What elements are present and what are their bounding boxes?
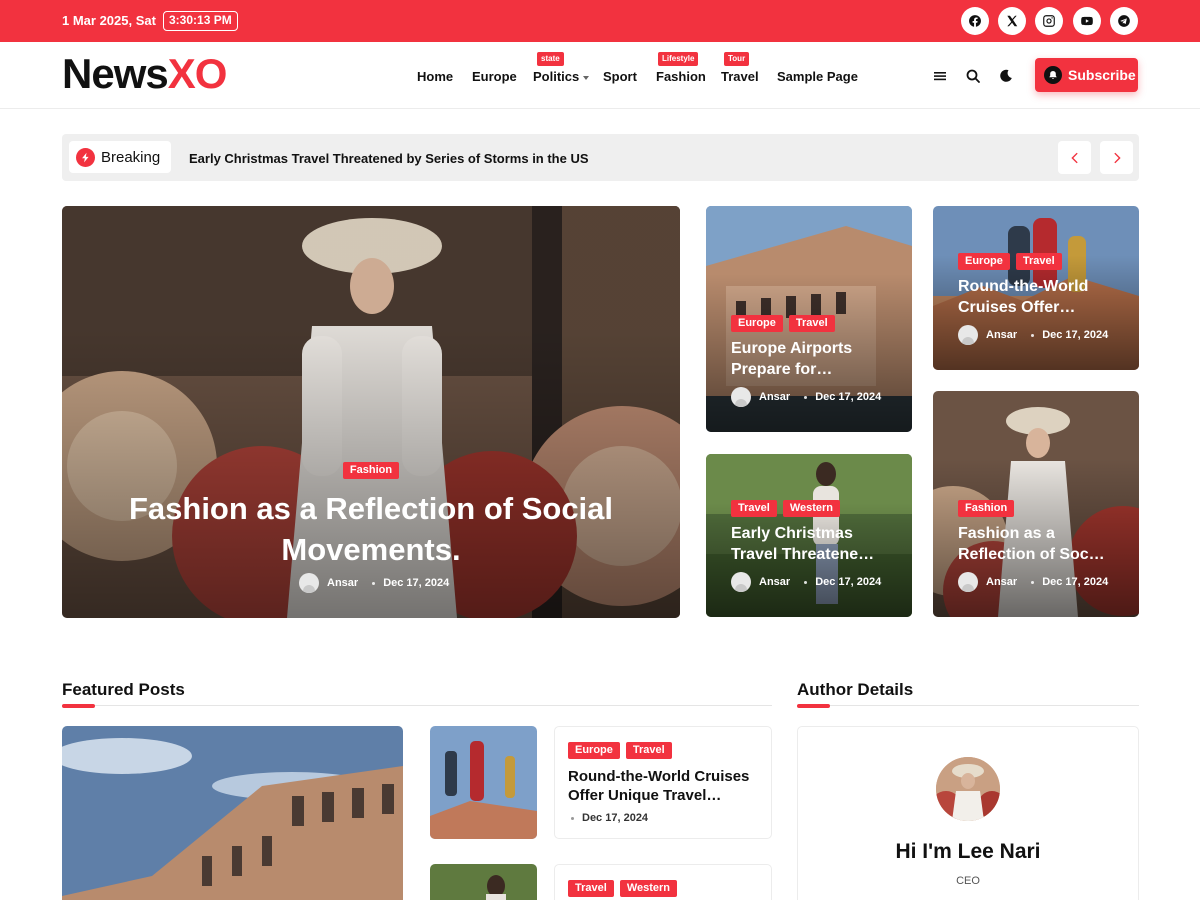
author-name[interactable]: Ansar [986,329,1017,341]
category-tag[interactable]: Travel [788,315,835,332]
author-card: Hi I'm Lee Nari CEO [797,726,1139,900]
featured-post-card[interactable]: Travel Western [554,864,772,900]
category-tag[interactable]: Fashion [342,462,400,479]
top-bar: 1 Mar 2025, Sat 3:30:13 PM [0,0,1200,42]
nav-badge-state: state [537,52,564,66]
chevron-right-icon [1113,152,1121,163]
post-card[interactable]: Fashion Fashion as a Reflection of Soc… A… [933,391,1139,617]
post-meta: Ansar Dec 17, 2024 [731,387,881,407]
nav-politics[interactable]: Politics [533,69,590,84]
current-date: 1 Mar 2025, Sat [62,13,156,28]
author-avatar [958,325,978,345]
post-date: Dec 17, 2024 [1042,329,1109,341]
breaking-label: Breaking [69,141,171,173]
next-arrow-button[interactable] [1100,141,1133,174]
author-avatar [731,387,751,407]
category-tag[interactable]: Travel [1015,253,1062,270]
nav-travel[interactable]: Travel [721,69,759,84]
youtube-icon[interactable] [1073,7,1101,35]
post-date: Dec 17, 2024 [571,812,648,824]
post-card[interactable]: Europe Travel Europe Airports Prepare for…… [706,206,912,432]
nav-home[interactable]: Home [417,69,453,84]
nav-europe[interactable]: Europe [472,69,517,84]
author-photo [936,757,1000,821]
post-meta: Ansar Dec 17, 2024 [958,572,1108,592]
instagram-icon[interactable] [1035,7,1063,35]
chevron-down-icon [583,75,590,80]
post-title: Round-the-World Cruises Offer… [958,278,1089,316]
site-logo[interactable]: NewsXO [62,50,227,98]
post-date: Dec 17, 2024 [383,577,450,589]
post-card[interactable]: Travel Western Early Christmas Travel Thre… [706,454,912,617]
author-avatar [958,572,978,592]
telegram-icon[interactable] [1110,7,1138,35]
previous-arrow-button[interactable] [1058,141,1091,174]
post-title: Early Christmas Travel Threatene… [731,525,875,563]
featured-thumb[interactable] [430,726,537,839]
hero-title: Fashion as a Reflection of Social Moveme… [128,491,614,567]
search-icon[interactable] [964,67,982,85]
site-header: NewsXO Home Europe state Politics Sport … [0,42,1200,109]
featured-post-card[interactable]: Europe Travel Round-the-World Cruises Offe… [554,726,772,839]
dark-mode-icon[interactable] [997,67,1015,85]
nav-sample-page[interactable]: Sample Page [777,69,858,84]
post-meta: Ansar Dec 17, 2024 [731,572,881,592]
post-title[interactable]: Round-the-World Cruises Offer Unique Trav… [568,767,768,805]
current-time: 3:30:13 PM [163,11,238,31]
subscribe-button[interactable]: Subscribe [1035,58,1138,92]
breaking-headline[interactable]: Early Christmas Travel Threatened by Ser… [189,151,589,166]
author-name[interactable]: Ansar [759,391,790,403]
post-date: Dec 17, 2024 [815,576,882,588]
category-tag[interactable]: Europe [958,253,1010,270]
category-tag[interactable]: Travel [731,500,777,517]
post-card[interactable]: Europe Travel Round-the-World Cruises Offe… [933,206,1139,370]
author-name[interactable]: Ansar [986,576,1017,588]
author-name[interactable]: Ansar [759,576,790,588]
category-tag[interactable]: Travel [568,880,614,897]
bell-icon [1044,66,1062,84]
author-role: CEO [956,875,980,887]
author-avatar [299,573,319,593]
post-title: Europe Airports Prepare for… [731,340,853,378]
featured-thumb[interactable] [430,864,537,900]
category-tag[interactable]: Europe [731,315,783,332]
nav-fashion[interactable]: Fashion [656,69,706,84]
category-tag[interactable]: Travel [625,742,672,759]
post-title: Fashion as a Reflection of Soc… [958,525,1105,563]
x-icon[interactable] [998,7,1026,35]
post-meta: Ansar Dec 17, 2024 [299,573,449,593]
post-date: Dec 17, 2024 [815,391,882,403]
author-name[interactable]: Ansar [327,577,358,589]
category-tag[interactable]: Fashion [958,500,1015,517]
featured-posts-heading: Featured Posts [62,680,185,699]
category-tag[interactable]: Western [619,880,678,897]
post-meta: Ansar Dec 17, 2024 [958,325,1108,345]
chevron-left-icon [1070,152,1078,163]
featured-main-image[interactable] [62,726,403,900]
author-name-heading: Hi I'm Lee Nari [895,840,1041,863]
category-tag[interactable]: Europe [568,742,620,759]
author-details-heading: Author Details [797,680,914,699]
breaking-news-bar: Breaking Early Christmas Travel Threaten… [62,134,1139,181]
hero-post-card[interactable]: Fashion Fashion as a Reflection of Socia… [62,206,680,618]
facebook-icon[interactable] [961,7,989,35]
nav-badge-lifestyle: Lifestyle [658,52,699,66]
lightning-icon [76,147,95,167]
menu-icon[interactable] [931,67,949,85]
nav-sport[interactable]: Sport [603,69,637,84]
category-tag[interactable]: Western [782,500,841,517]
author-avatar [731,572,751,592]
nav-badge-tour: Tour [724,52,750,66]
post-date: Dec 17, 2024 [1042,576,1109,588]
